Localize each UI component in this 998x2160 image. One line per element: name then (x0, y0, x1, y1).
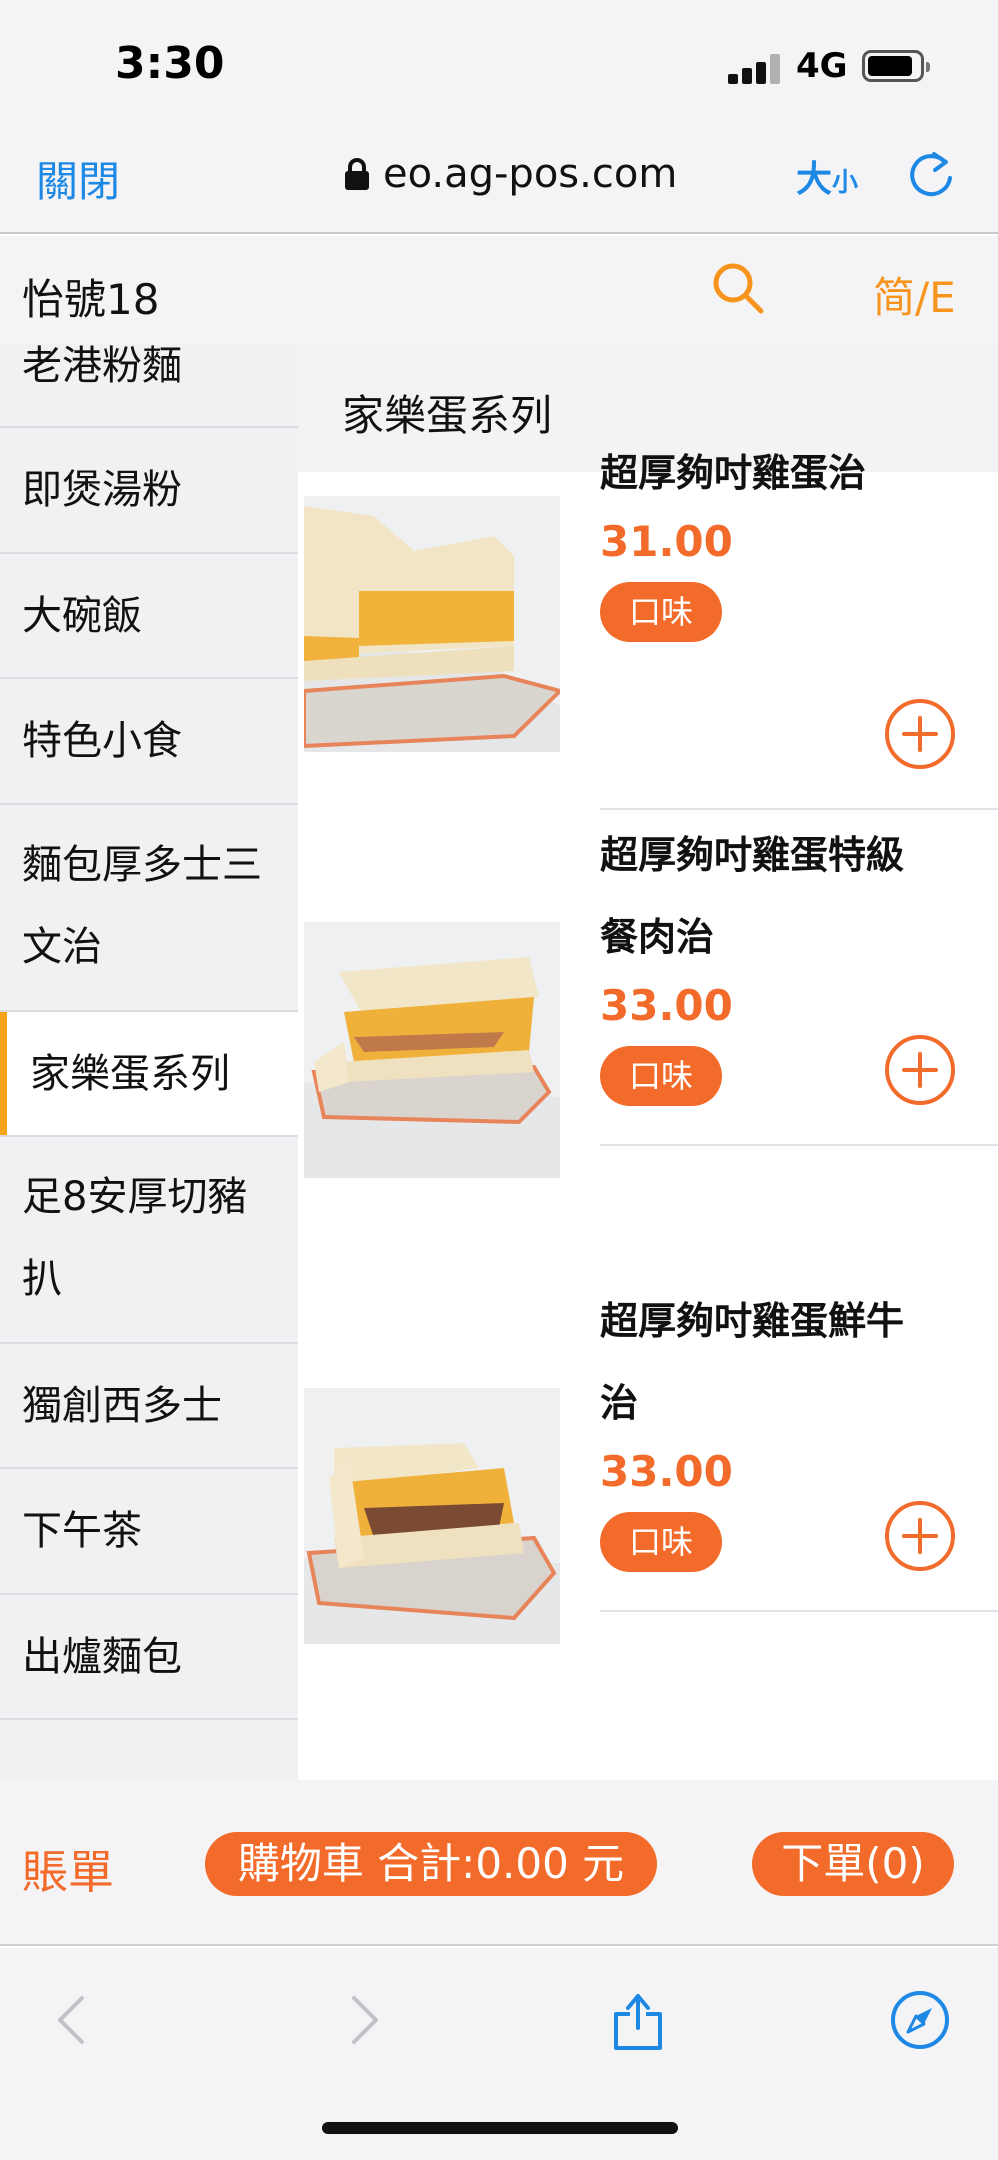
network-label: 4G (796, 46, 848, 86)
language-toggle-button[interactable]: 简/E (873, 264, 956, 325)
store-header: 怡號18 简/E (0, 236, 998, 344)
search-icon[interactable] (710, 260, 766, 316)
sidebar-item-label-line2: 扒 (22, 1256, 62, 1302)
product-divider (600, 1144, 998, 1146)
status-time: 3:30 (115, 38, 225, 89)
text-size-big-label: 大 (796, 159, 833, 200)
cart-button[interactable]: 購物車 合計:0.00 元 (205, 1832, 657, 1896)
product-divider (600, 1610, 998, 1612)
sidebar-item-toast-sandwich[interactable]: 麵包厚多士三 文治 (0, 805, 298, 1012)
reload-icon[interactable] (904, 148, 958, 202)
sidebar-item-more[interactable] (0, 1720, 298, 1780)
sidebar-item-label-line2: 文治 (22, 924, 102, 970)
text-size-small-label: 小 (832, 168, 859, 198)
sidebar-item-label: 下午茶 (22, 1508, 142, 1554)
sidebar-item-ji-bao-tang-fen[interactable]: 即煲湯粉 (0, 428, 298, 554)
sidebar-item-snacks[interactable]: 特色小食 (0, 679, 298, 805)
sidebar-item-label: 出爐麵包 (22, 1634, 182, 1680)
product-image[interactable] (304, 496, 560, 752)
flavor-option-button[interactable]: 口味 (600, 1512, 722, 1572)
sidebar-item-lao-gang-fen-mian[interactable]: 老港粉麵 (0, 344, 298, 428)
product-card: 超厚夠吋雞蛋特級 餐肉治 33.00 口味 (298, 810, 998, 1276)
compass-icon[interactable] (888, 1988, 952, 2052)
sidebar-item-label: 即煲湯粉 (22, 467, 182, 513)
category-sidebar: 老港粉麵 即煲湯粉 大碗飯 特色小食 麵包厚多士三 文治 家樂蛋系列 足8安厚切… (0, 344, 298, 1780)
flavor-option-button[interactable]: 口味 (600, 582, 722, 642)
product-image[interactable] (304, 922, 560, 1178)
sidebar-item-label: 家樂蛋系列 (30, 1051, 230, 1097)
text-size-button[interactable]: 大小 (796, 150, 858, 202)
product-price: 33.00 (600, 1447, 733, 1496)
order-bar: 賬單 購物車 合計:0.00 元 下單(0) (0, 1780, 998, 1946)
signal-icon (728, 52, 784, 84)
sidebar-item-label: 老港粉麵 (22, 344, 182, 389)
home-indicator[interactable] (322, 2122, 678, 2134)
product-info: 超厚夠吋雞蛋治 31.00 口味 (600, 432, 990, 642)
sidebar-item-french-toast[interactable]: 獨創西多士 (0, 1344, 298, 1469)
product-name-line2: 餐肉治 (600, 915, 715, 959)
sidebar-item-label: 特色小食 (22, 718, 182, 764)
product-name: 超厚夠吋雞蛋治 (600, 451, 867, 495)
sidebar-item-bakery[interactable]: 出爐麵包 (0, 1595, 298, 1720)
close-button[interactable]: 關閉 (36, 148, 120, 209)
back-icon[interactable] (42, 1988, 106, 2052)
sidebar-item-label: 大碗飯 (22, 593, 142, 639)
add-to-cart-icon[interactable] (884, 1034, 956, 1106)
add-to-cart-icon[interactable] (884, 1500, 956, 1572)
product-image[interactable] (304, 1388, 560, 1644)
forward-icon[interactable] (330, 1988, 394, 2052)
product-name: 超厚夠吋雞蛋特級 (600, 833, 905, 877)
address-bar[interactable]: eo.ag-pos.com (345, 146, 677, 202)
sidebar-item-da-wan-fan[interactable]: 大碗飯 (0, 554, 298, 679)
status-bar: 3:30 4G (0, 0, 998, 120)
bill-button[interactable]: 賬單 (22, 1836, 114, 1902)
sidebar-item-label: 足8安厚切豬 (22, 1174, 248, 1220)
sidebar-item-egg-series[interactable]: 家樂蛋系列 (0, 1012, 298, 1137)
category-title: 家樂蛋系列 (342, 391, 553, 440)
product-name-line2: 治 (600, 1381, 639, 1425)
sidebar-item-pork-chop[interactable]: 足8安厚切豬 扒 (0, 1137, 298, 1344)
place-order-button[interactable]: 下單(0) (752, 1832, 954, 1896)
add-to-cart-icon[interactable] (884, 698, 956, 770)
sidebar-item-label: 麵包厚多士三 (22, 842, 262, 888)
store-name: 怡號18 (22, 275, 160, 324)
product-price: 31.00 (600, 517, 733, 566)
flavor-option-button[interactable]: 口味 (600, 1046, 722, 1106)
product-name: 超厚夠吋雞蛋鮮牛 (600, 1299, 905, 1343)
browser-toolbar (0, 1948, 998, 2160)
lock-icon (345, 158, 369, 190)
battery-icon (862, 50, 930, 82)
share-icon[interactable] (606, 1988, 670, 2052)
url-text: eo.ag-pos.com (383, 151, 678, 197)
browser-nav-bar: 關閉 eo.ag-pos.com 大小 (0, 120, 998, 234)
product-card: 超厚夠吋雞蛋鮮牛 治 33.00 口味 (298, 1276, 998, 1742)
product-list: 家樂蛋系列 超厚夠吋雞蛋治 31.00 口味 超厚夠吋雞蛋特級 餐肉治 33.0… (298, 344, 998, 1780)
product-price: 33.00 (600, 981, 733, 1030)
sidebar-item-label: 獨創西多士 (22, 1383, 222, 1429)
sidebar-item-afternoon-tea[interactable]: 下午茶 (0, 1469, 298, 1595)
